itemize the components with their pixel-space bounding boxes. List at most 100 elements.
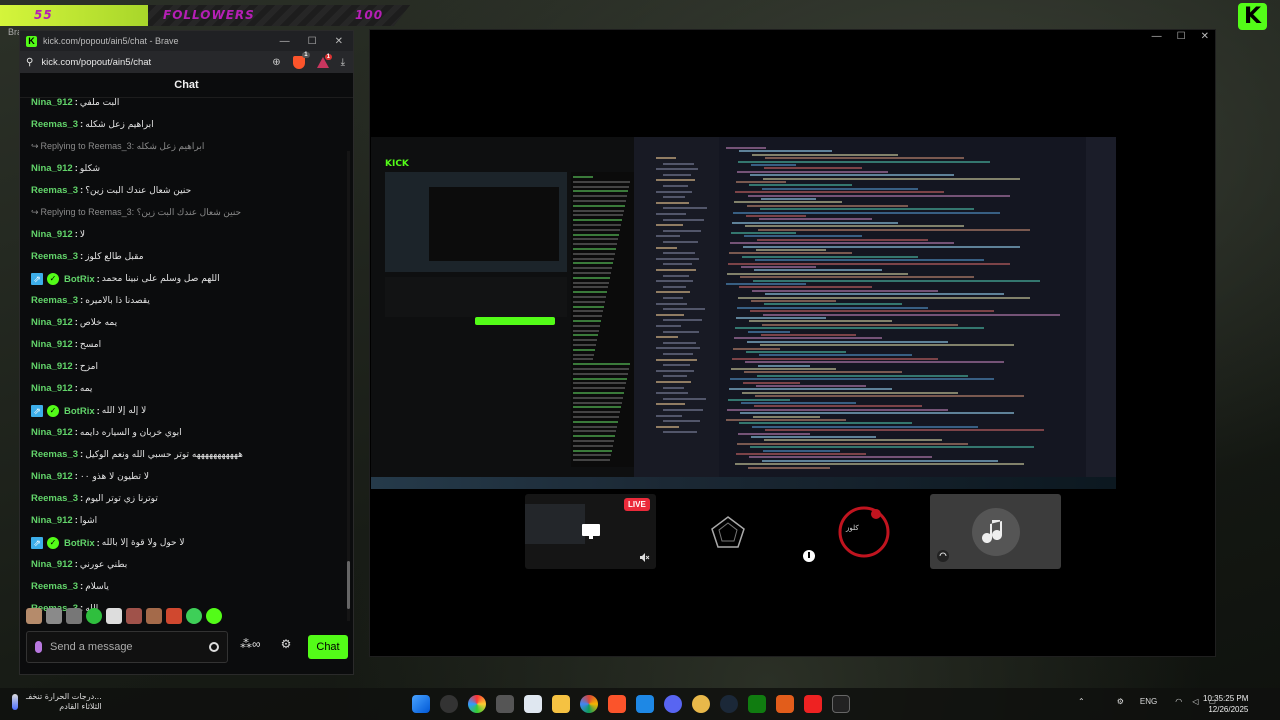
chat-username[interactable]: Nina_912 (31, 515, 73, 526)
chat-message[interactable]: Reemas_3: مقبل طالع كلوز (31, 251, 144, 262)
chat-message[interactable]: ⇗ ✓ BotRix: لا حول ولا قوة إلا بالله (31, 537, 185, 549)
wifi-icon[interactable]: ◠ (1175, 697, 1182, 706)
chat-username[interactable]: Reemas_3 (31, 251, 78, 262)
emote-icon[interactable] (206, 608, 222, 624)
chat-message-list[interactable]: Nina_912: البت ملفي Reemas_3: ابراهيم زعل ش… (20, 97, 353, 627)
close-icon[interactable]: ✕ (1201, 31, 1209, 42)
app-icon[interactable] (496, 695, 514, 713)
chat-message[interactable]: Nina_912: بطني عورني (31, 559, 127, 570)
emote-icon[interactable] (146, 608, 162, 624)
maximize-icon[interactable]: ☐ (308, 36, 317, 47)
chat-username[interactable]: Nina_912 (31, 97, 73, 108)
windows-start-icon[interactable] (412, 695, 430, 713)
chat-username[interactable]: Nina_912 (31, 361, 73, 372)
network-icon[interactable]: ⚙ (1117, 697, 1124, 706)
chat-message[interactable]: Reemas_3: حنين شعال عندك البت زين؟ (31, 185, 191, 196)
chrome-icon[interactable] (580, 695, 598, 713)
chat-username[interactable]: BotRix (64, 274, 95, 285)
chat-username[interactable]: Nina_912 (31, 163, 73, 174)
app-icon[interactable] (804, 695, 822, 713)
steam-icon[interactable] (720, 695, 738, 713)
chat-message[interactable]: Reemas_3: توترنا زي توتر اليوم (31, 493, 158, 504)
chat-message[interactable]: Nina_912: يمه خلاص (31, 317, 117, 328)
chat-message[interactable]: Nina_912: لا (31, 229, 85, 240)
channel-points-icon[interactable]: ⁂∞ (240, 637, 261, 651)
chat-username[interactable]: Reemas_3 (31, 185, 78, 196)
send-chat-button[interactable]: Chat (308, 635, 348, 659)
chat-message[interactable]: Nina_912: امزح (31, 361, 98, 372)
download-icon[interactable]: ⤓ (341, 57, 345, 68)
chat-message[interactable]: Nina_912: شكلو (31, 163, 100, 174)
discord-icon[interactable] (664, 695, 682, 713)
microphone-icon[interactable] (35, 641, 42, 653)
chat-message[interactable]: Reemas_3: هههههههههههه توتر حسبي الله ونع… (31, 449, 243, 460)
chat-username[interactable]: Reemas_3 (31, 119, 78, 130)
emote-icon[interactable] (106, 608, 122, 624)
site-settings-icon[interactable]: ⚲ (26, 57, 33, 68)
minimize-icon[interactable]: — (280, 36, 290, 47)
participant-tile[interactable] (662, 494, 793, 569)
chat-username[interactable]: BotRix (64, 406, 95, 417)
chat-message[interactable]: Reemas_3: يقصدنا ذا بالاميره (31, 295, 150, 306)
chat-username[interactable]: Nina_912 (31, 471, 73, 482)
taskbar-clock[interactable]: 10:35:25 PM 12/26/2025 (1203, 693, 1248, 715)
chat-username[interactable]: Reemas_3 (31, 581, 78, 592)
app-icon[interactable] (468, 695, 486, 713)
chat-message[interactable]: Nina_912: البت ملفي (31, 97, 119, 108)
emote-icon[interactable] (26, 608, 42, 624)
emote-icon[interactable] (86, 608, 102, 624)
zoom-icon[interactable]: ⊕ (272, 57, 280, 68)
emote-icon[interactable] (186, 608, 202, 624)
chat-message[interactable]: Reemas_3: ياسلام (31, 581, 109, 592)
emoji-icon[interactable] (209, 642, 219, 652)
chevron-up-icon[interactable]: ⌃ (1078, 697, 1085, 706)
address-bar[interactable]: ⚲ kick.com/popout/ain5/chat ⊕ 1 1 ⤓ (20, 51, 353, 73)
chat-message[interactable]: ⇗ ✓ BotRix: اللهم صل وسلم على نبينا محمد (31, 273, 220, 285)
chat-input[interactable]: Send a message (26, 631, 228, 663)
chat-username[interactable]: Nina_912 (31, 317, 73, 328)
minimize-icon[interactable]: — (1152, 31, 1162, 42)
chat-message[interactable]: ⇗ ✓ BotRix: لا إله إلا الله (31, 405, 146, 417)
chat-username[interactable]: Nina_912 (31, 559, 73, 570)
app-icon[interactable] (440, 695, 458, 713)
chat-username[interactable]: Nina_912 (31, 383, 73, 394)
muted-speaker-icon[interactable] (639, 552, 650, 563)
app-icon[interactable] (524, 695, 542, 713)
speaker-icon[interactable]: ◁ (1192, 697, 1198, 706)
participant-tile[interactable]: كلوز (798, 494, 929, 569)
chat-username[interactable]: Nina_912 (31, 427, 73, 438)
emote-icon[interactable] (66, 608, 82, 624)
chat-message[interactable]: Nina_912: ابوي خربان و السياره دايمه (31, 427, 182, 438)
app-icon[interactable] (636, 695, 654, 713)
emote-icon[interactable] (126, 608, 142, 624)
chat-message[interactable]: Nina_912: اشوا (31, 515, 97, 526)
chat-message[interactable]: Nina_912: لا تطيون لا هذو ٠٠ (31, 471, 149, 482)
maximize-icon[interactable]: ☐ (1177, 31, 1186, 42)
xbox-icon[interactable] (748, 695, 766, 713)
chat-username[interactable]: Reemas_3 (31, 295, 78, 306)
weather-widget[interactable]: درجات الحرارة تنخفـ... الثلاثاء القادم (12, 692, 102, 712)
brave-shield-icon[interactable]: 1 (292, 51, 310, 69)
emote-icon[interactable] (46, 608, 62, 624)
terminal-icon[interactable] (832, 695, 850, 713)
app-icon[interactable] (776, 695, 794, 713)
participant-tile[interactable] (930, 494, 1061, 569)
address-text[interactable]: kick.com/popout/ain5/chat (41, 57, 151, 68)
brave-rewards-icon[interactable]: 1 (316, 53, 332, 68)
chat-scrollbar[interactable] (347, 151, 350, 621)
close-icon[interactable]: ✕ (335, 36, 343, 47)
chat-message[interactable]: Reemas_3: ابراهيم زعل شكله (31, 119, 154, 130)
chat-username[interactable]: BotRix (64, 538, 95, 549)
emote-icon[interactable] (166, 608, 182, 624)
chat-message[interactable]: Nina_912: امسح (31, 339, 101, 350)
scroll-thumb[interactable] (347, 561, 350, 609)
reply-preview[interactable]: ↪ Replying to Reemas_3: حنين شعال عندك ا… (31, 207, 241, 218)
chat-input-placeholder[interactable]: Send a message (50, 641, 201, 653)
reply-preview[interactable]: ↪ Replying to Reemas_3: ابراهيم زعل شكله (31, 141, 204, 152)
language-indicator[interactable]: ENG (1140, 697, 1157, 706)
chat-username[interactable]: Nina_912 (31, 339, 73, 350)
app-icon[interactable] (692, 695, 710, 713)
chat-message[interactable]: Nina_912: يمه (31, 383, 92, 394)
file-explorer-icon[interactable] (552, 695, 570, 713)
deafened-icon[interactable] (936, 549, 950, 563)
